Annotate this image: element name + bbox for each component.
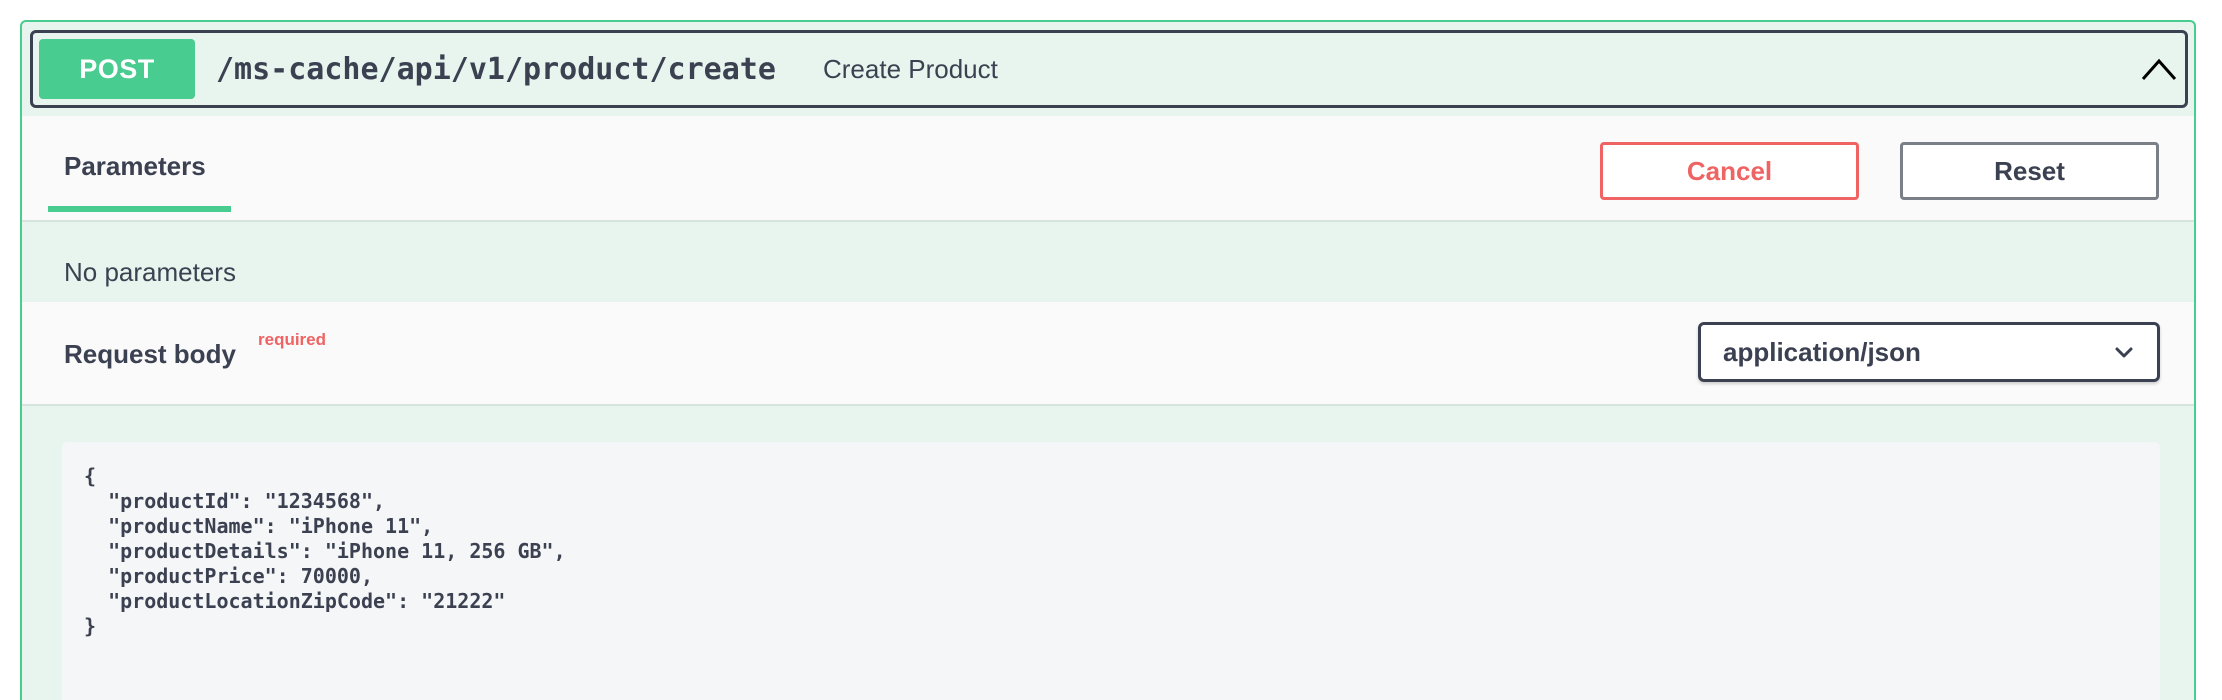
content-type-select[interactable]: application/json — [1698, 322, 2160, 382]
required-label: required — [258, 330, 327, 349]
tab-parameters[interactable]: Parameters — [64, 116, 206, 216]
operation-summary[interactable]: POST /ms-cache/api/v1/product/create Cre… — [30, 30, 2188, 108]
operation-description: Create Product — [823, 53, 998, 84]
tab-active-indicator — [48, 206, 231, 212]
chevron-up-icon[interactable] — [2137, 47, 2181, 91]
chevron-down-icon — [2115, 347, 2133, 358]
reset-button[interactable]: Reset — [1900, 142, 2159, 200]
request-body-title: Request body — [64, 338, 236, 369]
content-type-value: application/json — [1723, 336, 1921, 367]
request-body-editor[interactable]: { "productId": "1234568", "productName":… — [62, 442, 2160, 700]
parameters-header: Parameters Cancel Reset — [22, 116, 2194, 222]
endpoint-path: /ms-cache/api/v1/product/create — [216, 51, 776, 87]
method-badge: POST — [39, 39, 195, 99]
request-body-header: Request body required application/json — [22, 302, 2194, 406]
request-body-example: { "productId": "1234568", "productName":… — [84, 464, 566, 638]
operation-block-post: POST /ms-cache/api/v1/product/create Cre… — [20, 20, 2196, 700]
cancel-button[interactable]: Cancel — [1600, 142, 1859, 200]
